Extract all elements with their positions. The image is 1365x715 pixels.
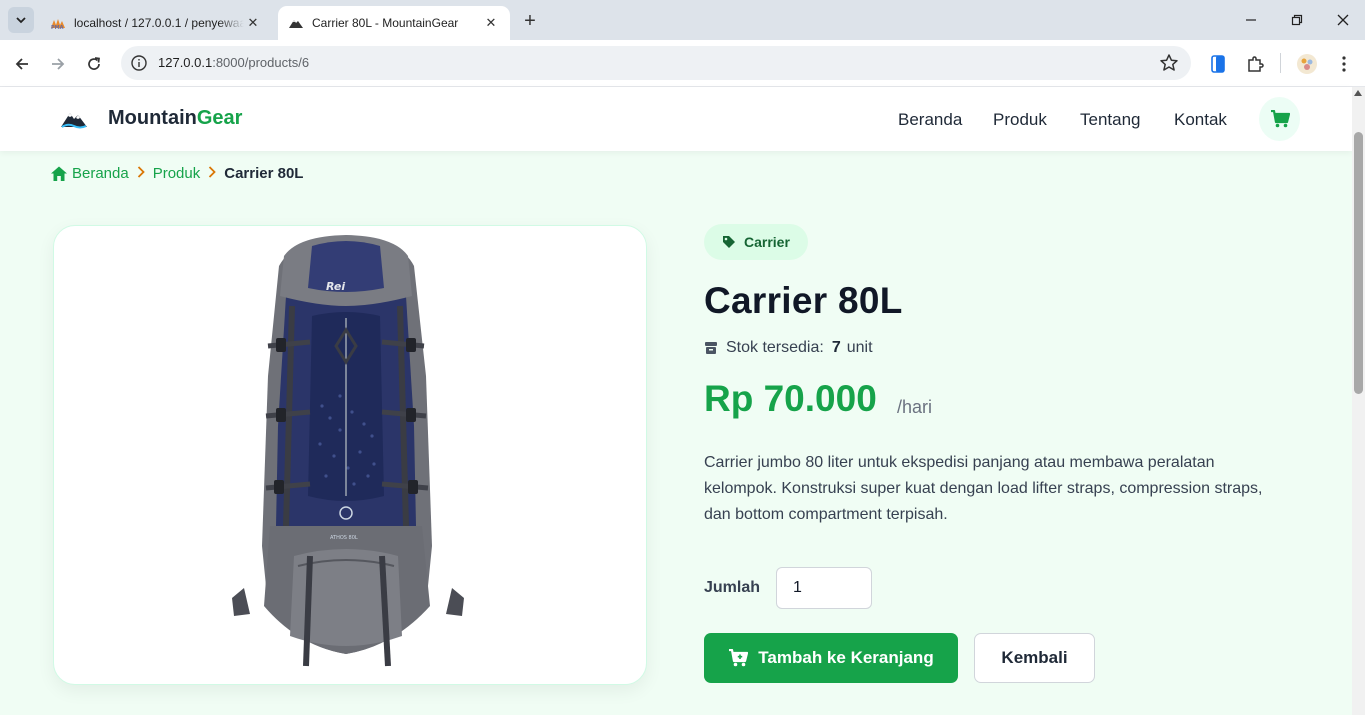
brand-main: Mountain [108,107,197,129]
browser-menu-button[interactable] [1332,52,1356,76]
phpmyadmin-favicon-icon: PMA [50,15,66,31]
browser-tab-phpmyadmin[interactable]: PMA localhost / 127.0.0.1 / penyewaan ✕ [40,6,272,40]
extensions-button[interactable] [1243,52,1267,76]
url-text[interactable]: 127.0.0.1:8000/products/6 [158,55,309,70]
category-badge: Carrier [704,224,808,260]
reload-button[interactable] [81,51,107,77]
arrow-left-icon [15,58,28,70]
breadcrumb: Beranda Produk Carrier 80L [51,165,303,182]
browser-toolbar: 127.0.0.1:8000/products/6 [0,40,1365,87]
tab-search-button[interactable] [8,7,34,33]
restore-button[interactable] [1274,0,1320,40]
back-button-page[interactable]: Kembali [974,633,1095,683]
tab-title: Carrier 80L - MountainGear [312,16,459,30]
chevron-down-icon [16,17,26,24]
svg-text:Rei: Rei [326,280,345,293]
backpack-product-image: Rei ATHOS 80L [232,235,464,667]
product-price: Rp 70.000 [704,378,877,419]
stock-unit: unit [846,339,873,356]
browser-tab-bar: PMA localhost / 127.0.0.1 / penyewaan ✕ … [0,0,1365,40]
scrollbar-thumb[interactable] [1354,132,1363,394]
restore-icon [1291,14,1303,26]
url-host: 127.0.0.1 [158,55,213,70]
forward-button[interactable] [45,51,71,77]
minimize-button[interactable] [1228,0,1274,40]
bookmark-star-icon[interactable] [1159,53,1179,73]
back-button[interactable] [9,51,35,77]
add-to-cart-label: Tambah ke Keranjang [758,648,934,667]
close-icon [1337,14,1349,26]
profile-avatar-button[interactable] [1295,52,1319,76]
svg-text:PMA: PMA [51,25,64,30]
breadcrumb-home-link[interactable]: Beranda [51,165,129,182]
puzzle-icon [1248,56,1264,72]
shopping-cart-icon [1270,110,1290,128]
stock-info: Stok tersedia: 7 unit [704,339,873,357]
brand-logo-text[interactable]: MountainGear [108,107,242,130]
avatar-icon [1297,54,1317,74]
quantity-input[interactable] [776,567,872,609]
box-icon [705,342,717,354]
quantity-label: Jumlah [704,579,761,596]
breadcrumb-current: Carrier 80L [224,165,304,182]
stock-value: 7 [831,339,841,356]
minimize-icon [1246,19,1256,21]
page-scrollbar[interactable] [1352,87,1365,715]
home-icon [51,166,67,181]
product-description: Carrier jumbo 80 liter untuk ekspedisi p… [704,454,1263,523]
tab-manager-button[interactable] [1206,52,1230,76]
close-window-button[interactable] [1320,0,1365,40]
product-image-card: Rei ATHOS 80L [53,225,647,685]
more-vertical-icon [1342,56,1346,72]
close-tab-icon[interactable]: ✕ [244,14,262,32]
category-label: Carrier [744,234,790,250]
mountain-favicon-icon [288,15,304,31]
svg-text:ATHOS 80L: ATHOS 80L [330,535,358,541]
shopping-cart-icon [729,649,749,667]
mountain-logo-icon[interactable] [60,107,88,131]
add-to-cart-button[interactable]: Tambah ke Keranjang [704,633,958,683]
address-bar[interactable]: 127.0.0.1:8000/products/6 [121,46,1191,80]
nav-link-beranda[interactable]: Beranda [898,110,962,130]
document-blue-icon [1211,55,1225,73]
price-unit: /hari [897,397,933,417]
nav-link-kontak[interactable]: Kontak [1174,110,1227,130]
tab-title: localhost / 127.0.0.1 / penyewaan [74,16,244,30]
nav-link-tentang[interactable]: Tentang [1080,110,1141,130]
scroll-up-arrow-icon[interactable] [1354,90,1362,96]
reload-icon [88,57,100,70]
chevron-right-icon [208,166,217,181]
breadcrumb-produk-link[interactable]: Produk [153,165,201,182]
browser-tab-active[interactable]: Carrier 80L - MountainGear ✕ [278,6,510,40]
breadcrumb-home-label: Beranda [72,165,129,182]
chevron-right-icon [137,166,145,181]
close-tab-icon[interactable]: ✕ [482,14,500,32]
new-tab-button[interactable]: + [518,9,542,33]
toolbar-divider [1280,53,1281,73]
stock-label: Stok tersedia: [726,339,824,356]
cart-button[interactable] [1259,97,1300,141]
nav-link-produk[interactable]: Produk [993,110,1047,130]
tag-icon [723,236,735,248]
brand-accent: Gear [196,107,243,129]
arrow-right-icon [52,58,65,70]
product-title: Carrier 80L [704,280,903,321]
site-info-icon[interactable] [130,54,148,72]
url-path: :8000/products/6 [212,55,310,70]
site-header: MountainGear Beranda Produk Tentang Kont… [0,87,1352,151]
